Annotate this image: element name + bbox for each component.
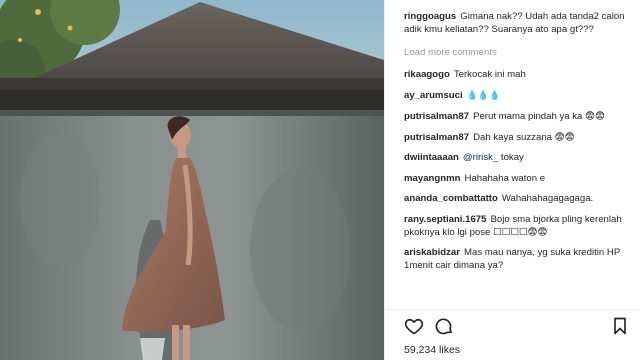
- comment-text: Hahahaha waton e: [464, 172, 546, 184]
- heart-icon[interactable]: [404, 316, 424, 336]
- comments-panel: ringgoagus Gimana nak?? Udah ada tanda2 c…: [384, 0, 640, 360]
- likes-count[interactable]: 59,234 likes: [404, 344, 460, 356]
- comment-text: tokay: [500, 152, 524, 163]
- comment-item: ay_arumsuci 💧💧💧: [404, 89, 634, 103]
- comment-username[interactable]: putrisalman87: [404, 132, 469, 143]
- post-photo[interactable]: [0, 0, 384, 360]
- comment-item: mayangnmn Hahahaha waton e: [404, 172, 634, 185]
- comment-text: 💧💧💧: [466, 90, 501, 101]
- comment-mention[interactable]: @ririsk_: [463, 152, 498, 163]
- comment-username[interactable]: ariskabidzar: [404, 247, 460, 258]
- load-more-comments-link[interactable]: Load more comments: [404, 46, 634, 59]
- comment-username[interactable]: putrisalman87: [404, 111, 469, 122]
- bookmark-icon[interactable]: [610, 316, 630, 336]
- comment-item: rany.septiani.1675 Bojo sma bjorka pling …: [404, 213, 634, 239]
- divider: [385, 309, 640, 310]
- comment-item: dwiintaaaan @ririsk_ tokay: [404, 151, 634, 164]
- comment-icon[interactable]: [434, 316, 454, 336]
- comment-text: Terkocak ini mah: [453, 69, 526, 80]
- comment-text: Wahahahagagagaga.: [501, 193, 594, 204]
- comment-username[interactable]: mayangnmn: [404, 173, 461, 184]
- comment-username[interactable]: ay_arumsuci: [404, 90, 463, 101]
- comment-text: Perut mama pindah ya ka 😨😨: [473, 111, 606, 122]
- comment-username[interactable]: dwiintaaaan: [404, 152, 459, 163]
- comment-username[interactable]: rany.septiani.1675: [404, 214, 486, 225]
- comment-item: ananda_combattatto Wahahahagagagaga.: [404, 192, 634, 205]
- comment-item: putrisalman87 Perut mama pindah ya ka 😨😨: [404, 110, 634, 123]
- comment-item: ariskabidzar Mas mau nanya, yg suka kredi…: [404, 246, 634, 272]
- comment-username[interactable]: rikaagogo: [404, 69, 450, 80]
- comment-item: putrisalman87 Dah kaya suzzana 😨😨: [404, 131, 634, 144]
- comment-username[interactable]: ananda_combattatto: [404, 193, 498, 204]
- comment-text: Dah kaya suzzana 😨😨: [473, 131, 575, 143]
- caption: ringgoagus Gimana nak?? Udah ada tanda2 c…: [404, 10, 634, 36]
- caption-username[interactable]: ringgoagus: [404, 11, 456, 22]
- comment-list: ringgoagus Gimana nak?? Udah ada tanda2 c…: [404, 10, 634, 280]
- comment-item: rikaagogo Terkocak ini mah: [404, 68, 634, 81]
- photo-image: [0, 0, 384, 360]
- action-bar: [404, 316, 630, 338]
